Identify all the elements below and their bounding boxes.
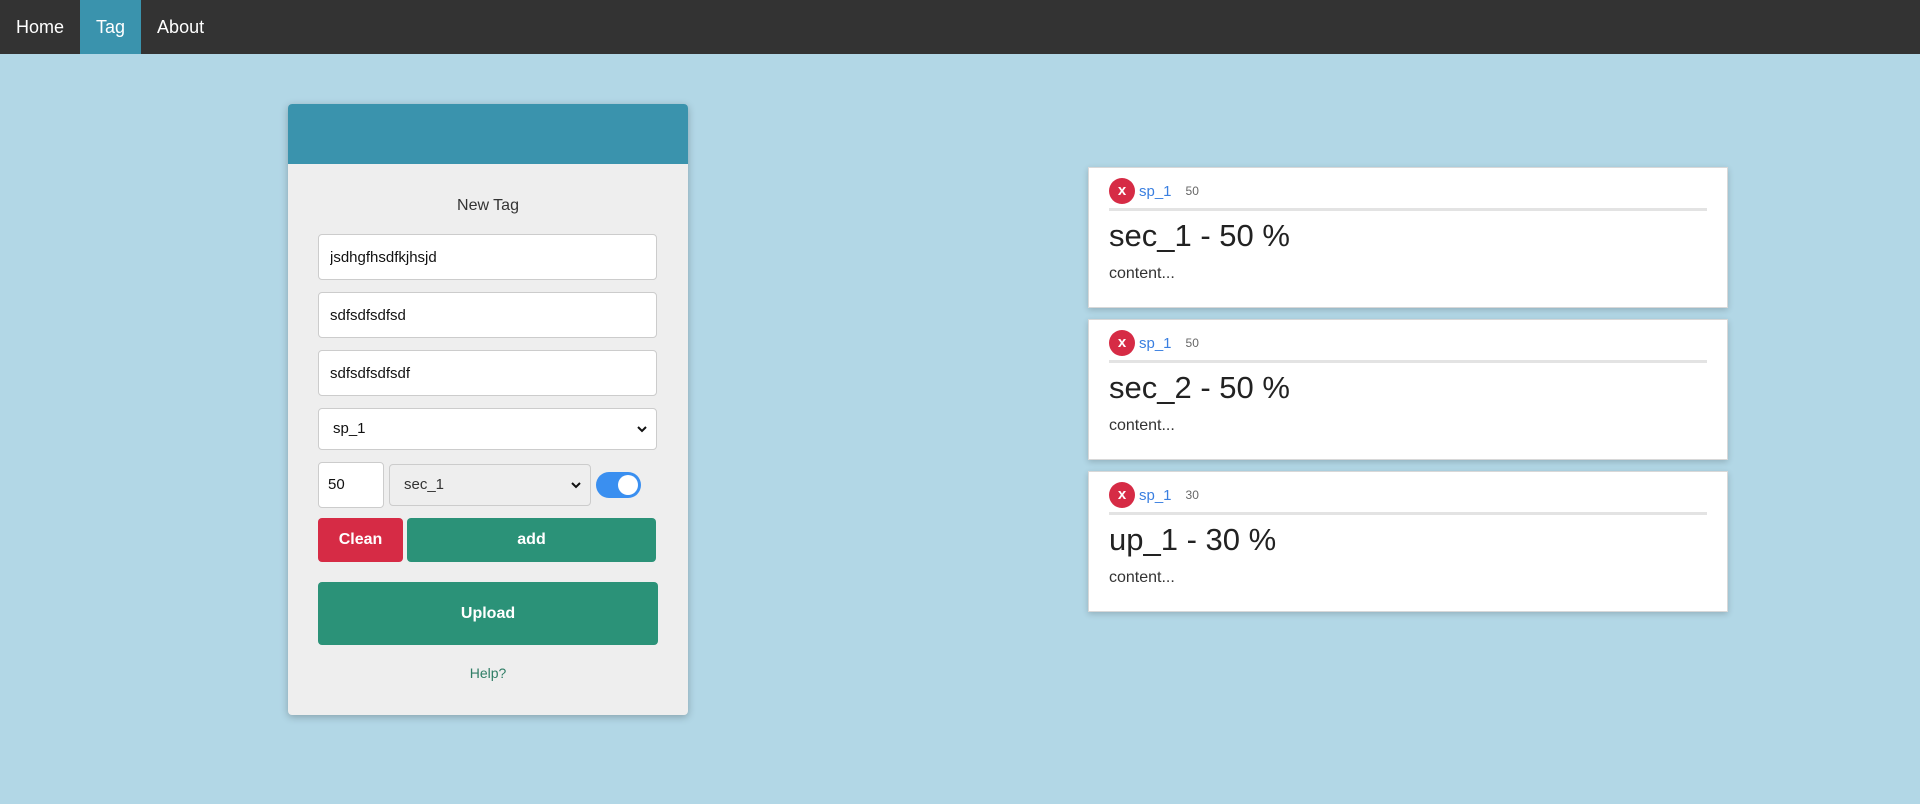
- nav-home[interactable]: Home: [0, 0, 80, 54]
- chevron-down-icon: [637, 426, 647, 433]
- top-nav: Home Tag About: [0, 0, 1920, 54]
- upload-button[interactable]: Upload: [318, 582, 658, 645]
- tag-card-header: x sp_1 50: [1109, 330, 1707, 356]
- tag-card-header: x sp_1 50: [1109, 178, 1707, 204]
- tag-content: content...: [1109, 417, 1175, 434]
- tag-card: x sp_1 30 up_1 - 30 % content...: [1088, 471, 1728, 612]
- sp-select-value: sp_1: [333, 420, 366, 437]
- delete-tag-button[interactable]: x: [1109, 330, 1135, 356]
- tag-field-3[interactable]: [318, 350, 657, 396]
- tag-card: x sp_1 50 sec_2 - 50 % content...: [1088, 319, 1728, 460]
- tag-sp-link[interactable]: sp_1: [1139, 487, 1172, 504]
- clean-button[interactable]: Clean: [318, 518, 403, 562]
- tag-card-header: x sp_1 30: [1109, 482, 1707, 508]
- tag-card: x sp_1 50 sec_1 - 50 % content...: [1088, 167, 1728, 308]
- tag-content: content...: [1109, 265, 1175, 282]
- tag-number: 50: [1185, 184, 1199, 198]
- card-header: [288, 104, 688, 164]
- tag-title: sec_2 - 50 %: [1109, 370, 1290, 405]
- tag-field-1[interactable]: [318, 234, 657, 280]
- delete-tag-button[interactable]: x: [1109, 482, 1135, 508]
- sp-select[interactable]: sp_1: [318, 408, 657, 450]
- tag-sp-link[interactable]: sp_1: [1139, 335, 1172, 352]
- toggle-knob: [618, 475, 638, 495]
- nav-about[interactable]: About: [141, 0, 220, 54]
- divider: [1109, 512, 1707, 515]
- divider: [1109, 208, 1707, 211]
- delete-tag-button[interactable]: x: [1109, 178, 1135, 204]
- section-select-value: sec_1: [404, 476, 445, 493]
- divider: [1109, 360, 1707, 363]
- action-row: Clean add: [318, 518, 658, 562]
- tag-sp-link[interactable]: sp_1: [1139, 183, 1172, 200]
- tag-list: x sp_1 50 sec_1 - 50 % content... x sp_1…: [1088, 167, 1728, 623]
- tag-title: sec_1 - 50 %: [1109, 218, 1290, 253]
- tag-field-2[interactable]: [318, 292, 657, 338]
- tag-number: 50: [1185, 336, 1199, 350]
- form-area: sp_1 50 sec_1 Clean add Upload Help?: [288, 234, 688, 681]
- add-button[interactable]: add: [407, 518, 656, 562]
- nav-tag[interactable]: Tag: [80, 0, 142, 54]
- tag-number: 30: [1185, 488, 1199, 502]
- toggle-switch[interactable]: [596, 472, 641, 498]
- tag-content: content...: [1109, 569, 1175, 586]
- percent-input[interactable]: 50: [318, 462, 384, 508]
- tag-title: up_1 - 30 %: [1109, 522, 1277, 557]
- percent-row: 50 sec_1: [318, 462, 658, 508]
- section-select[interactable]: sec_1: [389, 464, 591, 506]
- chevron-down-icon: [571, 482, 581, 489]
- new-tag-card: New Tag sp_1 50 sec_1 Clean add: [288, 104, 688, 715]
- help-link[interactable]: Help?: [318, 665, 658, 681]
- form-title: New Tag: [457, 197, 519, 214]
